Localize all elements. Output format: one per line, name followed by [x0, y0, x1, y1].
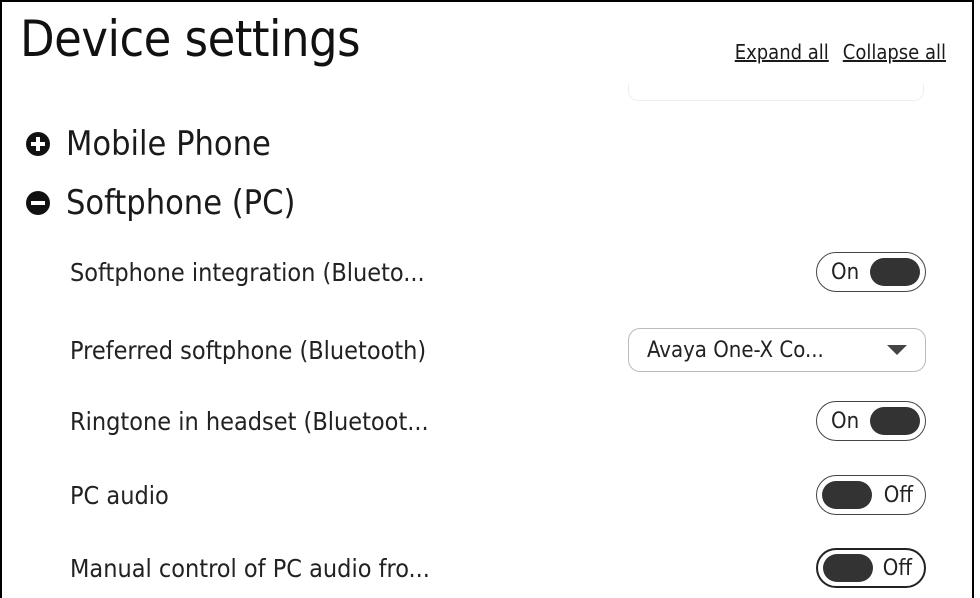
chevron-down-icon	[887, 345, 907, 355]
scrolled-content-edge	[628, 84, 924, 101]
preferred-softphone-select[interactable]: Avaya One-X Co...	[628, 328, 926, 372]
toggle-knob	[823, 554, 873, 582]
setting-row-softphone-integration: Softphone integration (Blueto... On	[70, 249, 926, 295]
toggle-state: Off	[882, 555, 912, 581]
expand-all-link[interactable]: Expand all	[735, 40, 829, 64]
section-label: Mobile Phone	[66, 124, 271, 164]
setting-label: Ringtone in headset (Bluetoot...	[70, 406, 429, 436]
softphone-integration-toggle[interactable]: On	[816, 252, 926, 292]
toggle-knob	[870, 258, 920, 286]
pc-audio-toggle[interactable]: Off	[816, 475, 926, 515]
manual-pc-audio-toggle[interactable]: Off	[816, 548, 926, 588]
setting-label: Softphone integration (Blueto...	[70, 257, 425, 287]
ringtone-headset-toggle[interactable]: On	[816, 401, 926, 441]
section-mobile-phone[interactable]: Mobile Phone	[26, 124, 271, 164]
toggle-knob	[822, 481, 872, 509]
collapse-all-link[interactable]: Collapse all	[843, 40, 946, 64]
toggle-state: On	[831, 408, 860, 434]
setting-label: PC audio	[70, 480, 169, 510]
setting-row-pc-audio: PC audio Off	[70, 472, 926, 518]
toggle-knob	[870, 407, 920, 435]
setting-label: Manual control of PC audio fro...	[70, 553, 430, 583]
minus-circle-icon	[26, 191, 50, 215]
setting-label: Preferred softphone (Bluetooth)	[70, 335, 427, 365]
plus-circle-icon	[26, 132, 50, 156]
toggle-state: Off	[883, 482, 913, 508]
setting-row-ringtone-headset: Ringtone in headset (Bluetoot... On	[70, 398, 926, 444]
toggle-state: On	[831, 259, 860, 285]
select-value: Avaya One-X Co...	[647, 337, 824, 363]
setting-row-preferred-softphone: Preferred softphone (Bluetooth) Avaya On…	[70, 327, 926, 373]
section-label: Softphone (PC)	[66, 183, 296, 223]
header-links: Expand all Collapse all	[735, 40, 946, 64]
setting-row-manual-pc-audio: Manual control of PC audio fro... Off	[70, 545, 926, 591]
section-softphone-pc[interactable]: Softphone (PC)	[26, 183, 295, 223]
page-title: Device settings	[20, 10, 361, 68]
